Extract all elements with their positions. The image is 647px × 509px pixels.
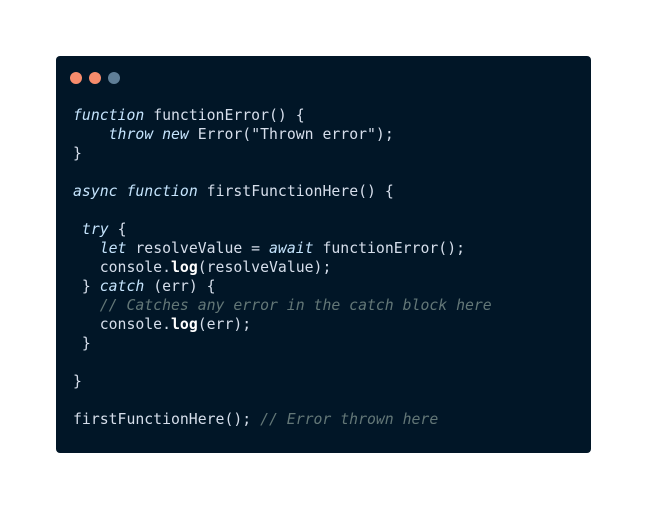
code-token: firstFunctionHere() { [197, 183, 394, 200]
code-token: (err) { [144, 278, 216, 295]
code-keyword: let [99, 240, 127, 257]
code-line: } [73, 144, 492, 163]
code-line: function functionError() { [73, 106, 492, 125]
code-line: } catch (err) { [73, 277, 492, 296]
zoom-dot[interactable] [108, 72, 120, 84]
code-line: console.log(err); [73, 315, 492, 334]
code-keyword: catch [99, 278, 145, 295]
code-window: function functionError() { throw new Err… [56, 56, 591, 453]
code-comment: // Error thrown here [260, 411, 439, 428]
code-token: console. [73, 316, 171, 333]
code-line: } [73, 372, 492, 391]
code-line: let resolveValue = await functionError()… [73, 239, 492, 258]
code-keyword: throw [108, 126, 154, 143]
code-keyword: function [73, 107, 145, 124]
window-controls [70, 72, 120, 84]
code-token: firstFunctionHere(); [73, 411, 261, 428]
code-keyword: function [126, 183, 198, 200]
code-keyword: async [73, 183, 118, 200]
close-dot[interactable] [70, 72, 82, 84]
code-comment: // Catches any error in the catch block … [99, 297, 492, 314]
code-token: console. [73, 259, 171, 276]
code-line: console.log(resolveValue); [73, 258, 492, 277]
code-token: (resolveValue); [197, 259, 332, 276]
code-keyword: new [162, 126, 189, 143]
code-token: } [73, 373, 82, 390]
code-token: { [108, 221, 127, 238]
code-keyword: try [81, 221, 109, 238]
code-token: } [73, 278, 100, 295]
code-token: log [171, 316, 198, 333]
code-token: functionError(); [313, 240, 466, 257]
minimize-dot[interactable] [89, 72, 101, 84]
code-line: async function firstFunctionHere() { [73, 182, 492, 201]
code-line: try { [73, 220, 492, 239]
code-line: // Catches any error in the catch block … [73, 296, 492, 315]
code-token: log [171, 259, 198, 276]
code-token: functionError() { [144, 107, 305, 124]
code-keyword: await [269, 240, 314, 257]
code-line: throw new Error("Thrown error"); [73, 125, 492, 144]
code-block: function functionError() { throw new Err… [73, 106, 492, 429]
code-line: } [73, 334, 492, 353]
code-token: (err); [197, 316, 252, 333]
code-token: } [73, 335, 91, 352]
code-line: firstFunctionHere(); // Error thrown her… [73, 410, 492, 429]
code-token: } [73, 145, 82, 162]
code-token: Error("Thrown error"); [188, 126, 394, 143]
code-token: resolveValue = [126, 240, 270, 257]
